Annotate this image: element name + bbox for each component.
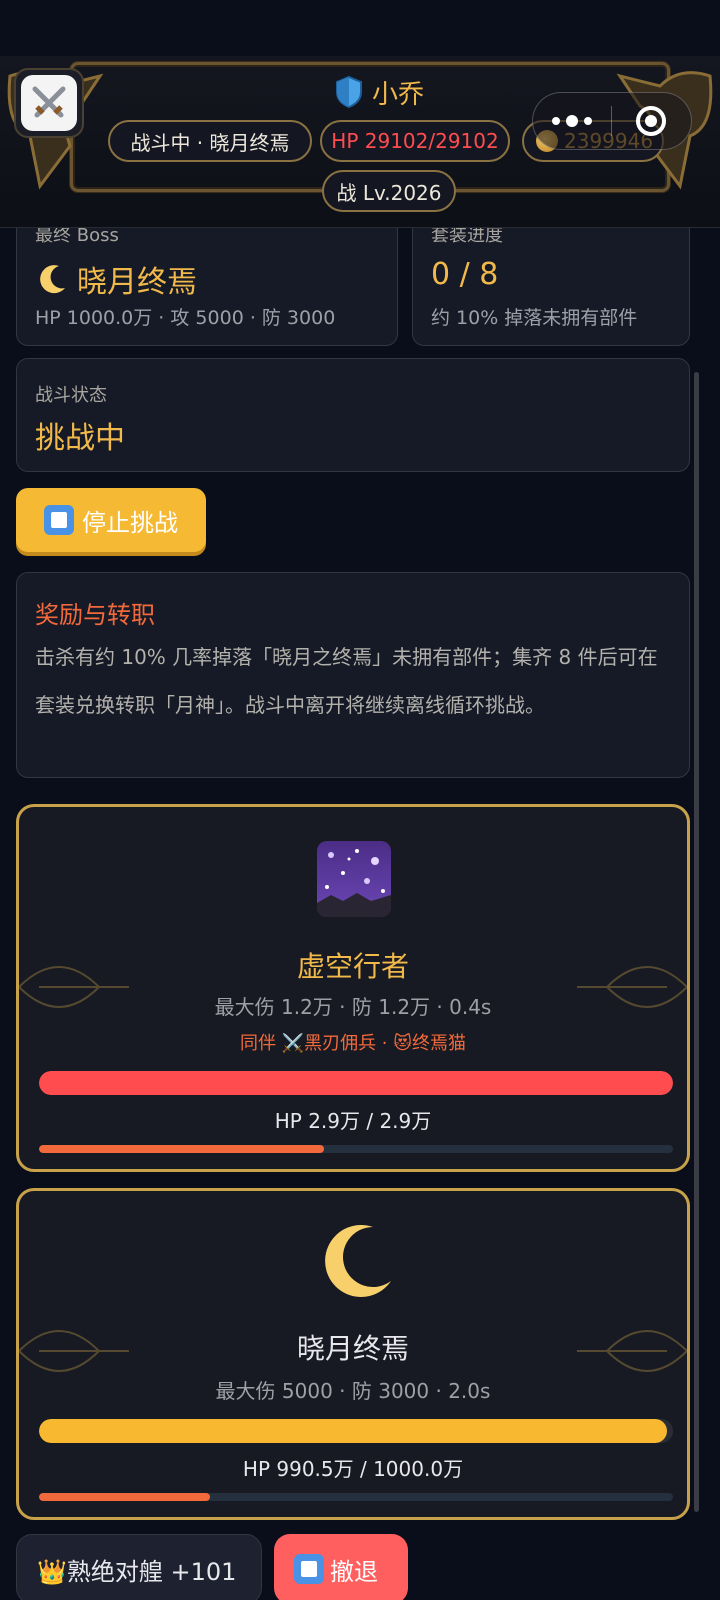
boss-fighter-name: 晓月终焉 xyxy=(296,1332,409,1365)
shield-icon xyxy=(336,75,362,109)
reward-description: 击杀有约 10% 几率掉落「晓月之终焉」未拥有部件；集齐 8 件后可在套装兑换转… xyxy=(35,645,658,717)
player-hp-fill xyxy=(39,1071,673,1095)
battle-status-pill: 战斗中 · 晓月终焉 xyxy=(108,120,312,162)
player-name: 小乔 xyxy=(372,79,425,110)
player-fighter-name: 虚空行者 xyxy=(296,950,409,983)
reward-card: 奖励与转职 击杀有约 10% 几率掉落「晓月之终焉」未拥有部件；集齐 8 件后可… xyxy=(16,572,690,778)
player-avatar[interactable] xyxy=(14,68,84,138)
boss-hp-bar xyxy=(39,1419,673,1443)
crescent-moon-icon xyxy=(40,265,65,294)
boss-attack-fill xyxy=(39,1493,211,1501)
player-fighter-stats: 最大伤 1.2万 · 防 1.2万 · 0.4s xyxy=(214,995,492,1019)
top-header: 小乔 战斗中 · 晓月终焉 HP 29102/29102 2399946 战 L… xyxy=(0,56,720,228)
skill-label: 👑熟绝对艎 +101 xyxy=(37,1557,237,1586)
boss-attack-timer xyxy=(39,1493,673,1501)
night-sky-icon xyxy=(317,841,391,917)
final-boss-stats: HP 1000.0万 · 攻 5000 · 防 3000 xyxy=(35,307,336,329)
battle-state-label: 战斗状态 xyxy=(35,385,107,406)
scrollbar[interactable] xyxy=(694,372,699,1512)
boss-hp-fill xyxy=(39,1419,667,1443)
final-boss-name-row: 晓月终焉 xyxy=(35,257,197,301)
final-boss-name: 晓月终焉 xyxy=(77,265,197,300)
boss-hp-text: HP 990.5万 / 1000.0万 xyxy=(242,1457,464,1481)
battle-state-card: 战斗状态 挑战中 xyxy=(16,358,690,472)
set-progress-value: 0 / 8 xyxy=(431,257,499,292)
miniprogram-capsule xyxy=(532,92,692,150)
ornament-right-icon xyxy=(577,966,687,1008)
player-name-row: 小乔 xyxy=(334,74,424,110)
player-hp-pill: HP 29102/29102 xyxy=(320,120,510,162)
stop-challenge-button[interactable]: 停止挑战 xyxy=(16,488,206,552)
stop-icon xyxy=(294,1554,324,1584)
battle-state-value: 挑战中 xyxy=(35,421,125,456)
stop-icon xyxy=(44,505,74,535)
player-attack-fill xyxy=(39,1145,325,1153)
player-hp-text: HP 2.9万 / 2.9万 xyxy=(274,1109,432,1133)
crescent-moon-icon xyxy=(325,1224,391,1297)
boss-fighter-stats: 最大伤 5000 · 防 3000 · 2.0s xyxy=(215,1379,491,1403)
player-hp-bar xyxy=(39,1071,673,1095)
retreat-button[interactable]: 撤退 xyxy=(274,1534,408,1600)
ornament-left-icon xyxy=(19,966,129,1008)
boss-fighter-card: 晓月终焉 最大伤 5000 · 防 3000 · 2.0s HP 990.5万 … xyxy=(16,1188,690,1520)
player-companions: 同伴 ⚔️黑刃佣兵 · 😻终焉猫 xyxy=(239,1033,467,1054)
crossed-swords-icon xyxy=(21,75,77,131)
retreat-label: 撤退 xyxy=(330,1557,378,1586)
player-fighter-card: 虚空行者 最大伤 1.2万 · 防 1.2万 · 0.4s 同伴 ⚔️黑刃佣兵 … xyxy=(16,804,690,1172)
player-attack-timer xyxy=(39,1145,673,1153)
close-target-icon[interactable] xyxy=(612,104,692,138)
skill-button[interactable]: 👑熟绝对艎 +101 xyxy=(16,1534,262,1600)
set-progress-note: 约 10% 掉落未拥有部件 xyxy=(431,307,638,329)
stop-challenge-label: 停止挑战 xyxy=(82,508,178,537)
more-options-icon[interactable] xyxy=(533,115,611,127)
reward-title: 奖励与转职 xyxy=(35,601,155,629)
level-pill: 战 Lv.2026 xyxy=(322,170,456,212)
